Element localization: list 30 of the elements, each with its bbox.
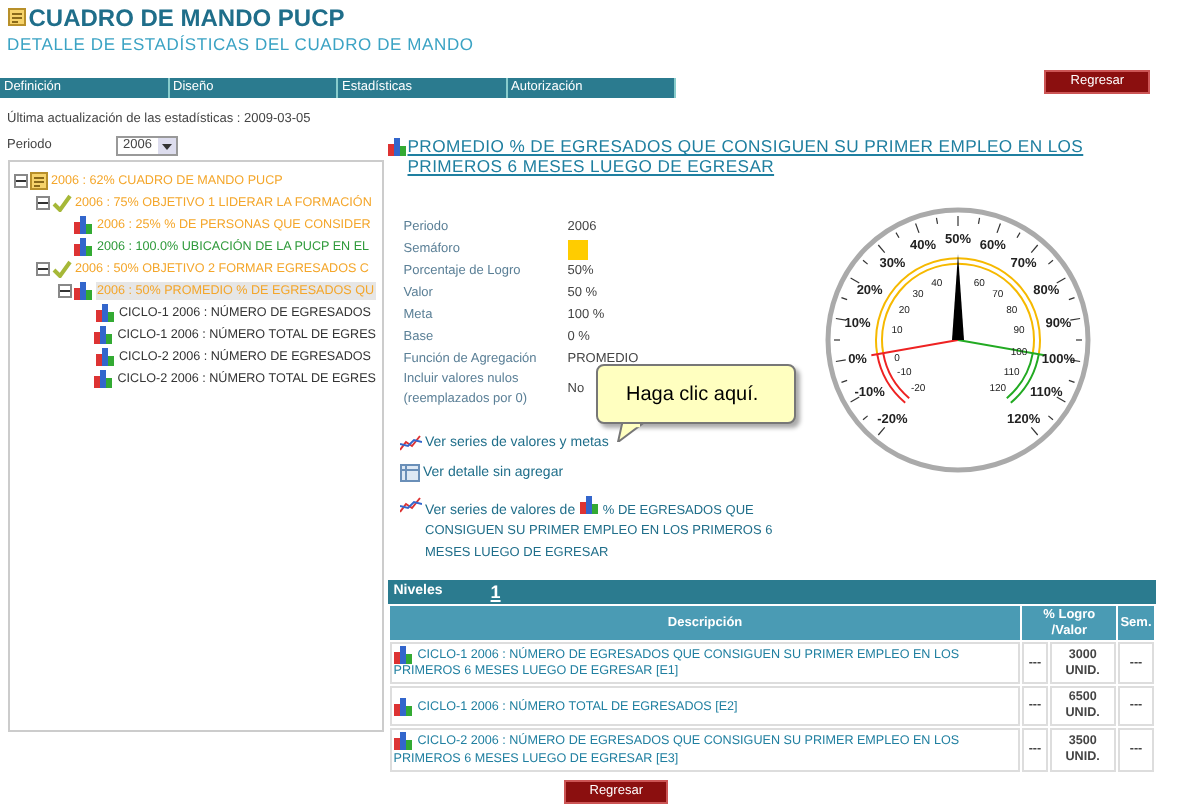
page-title: CUADRO DE MANDO PUCP [28,3,345,32]
page-subtitle: DETALLE DE ESTADÍSTICAS DEL CUADRO DE MANDO [7,31,476,57]
tooltip-tail [616,424,644,442]
indicator-title-link[interactable]: PROMEDIO % DE EGRESADOS QUE CONSIGUEN SU PRIMER EMPLEO EN LOS PRIMEROS 6 MESES LUEGO DE EGRESAR [407,136,1156,177]
bar-chart-icon [73,216,93,234]
table-icon [399,464,420,483]
bar-chart-icon [73,238,93,256]
check-icon [51,194,71,212]
document-icon [29,172,47,190]
bar-chart-icon [93,370,114,388]
check-icon [51,260,71,278]
collapse-toggle[interactable] [35,196,49,210]
bar-chart-icon [387,138,408,157]
collapse-toggle[interactable] [35,262,49,276]
bar-chart-icon [393,697,414,716]
bar-chart-icon [93,326,114,344]
level-link[interactable]: 1 [490,579,501,606]
line-chart-icon [399,433,422,452]
collapse-toggle[interactable] [13,174,27,188]
line-chart-icon [399,495,422,514]
bar-chart-icon [579,495,600,514]
bar-chart-icon [73,282,93,300]
bar-chart-icon [95,304,115,322]
document-icon [7,8,25,27]
collapse-toggle[interactable] [57,284,71,298]
bar-chart-icon [95,348,115,366]
bar-chart-icon [393,732,414,751]
dropdown-caret-icon [157,138,176,155]
bar-chart-icon [393,646,414,665]
callout-tooltip: Haga clic aquí. [596,364,796,424]
